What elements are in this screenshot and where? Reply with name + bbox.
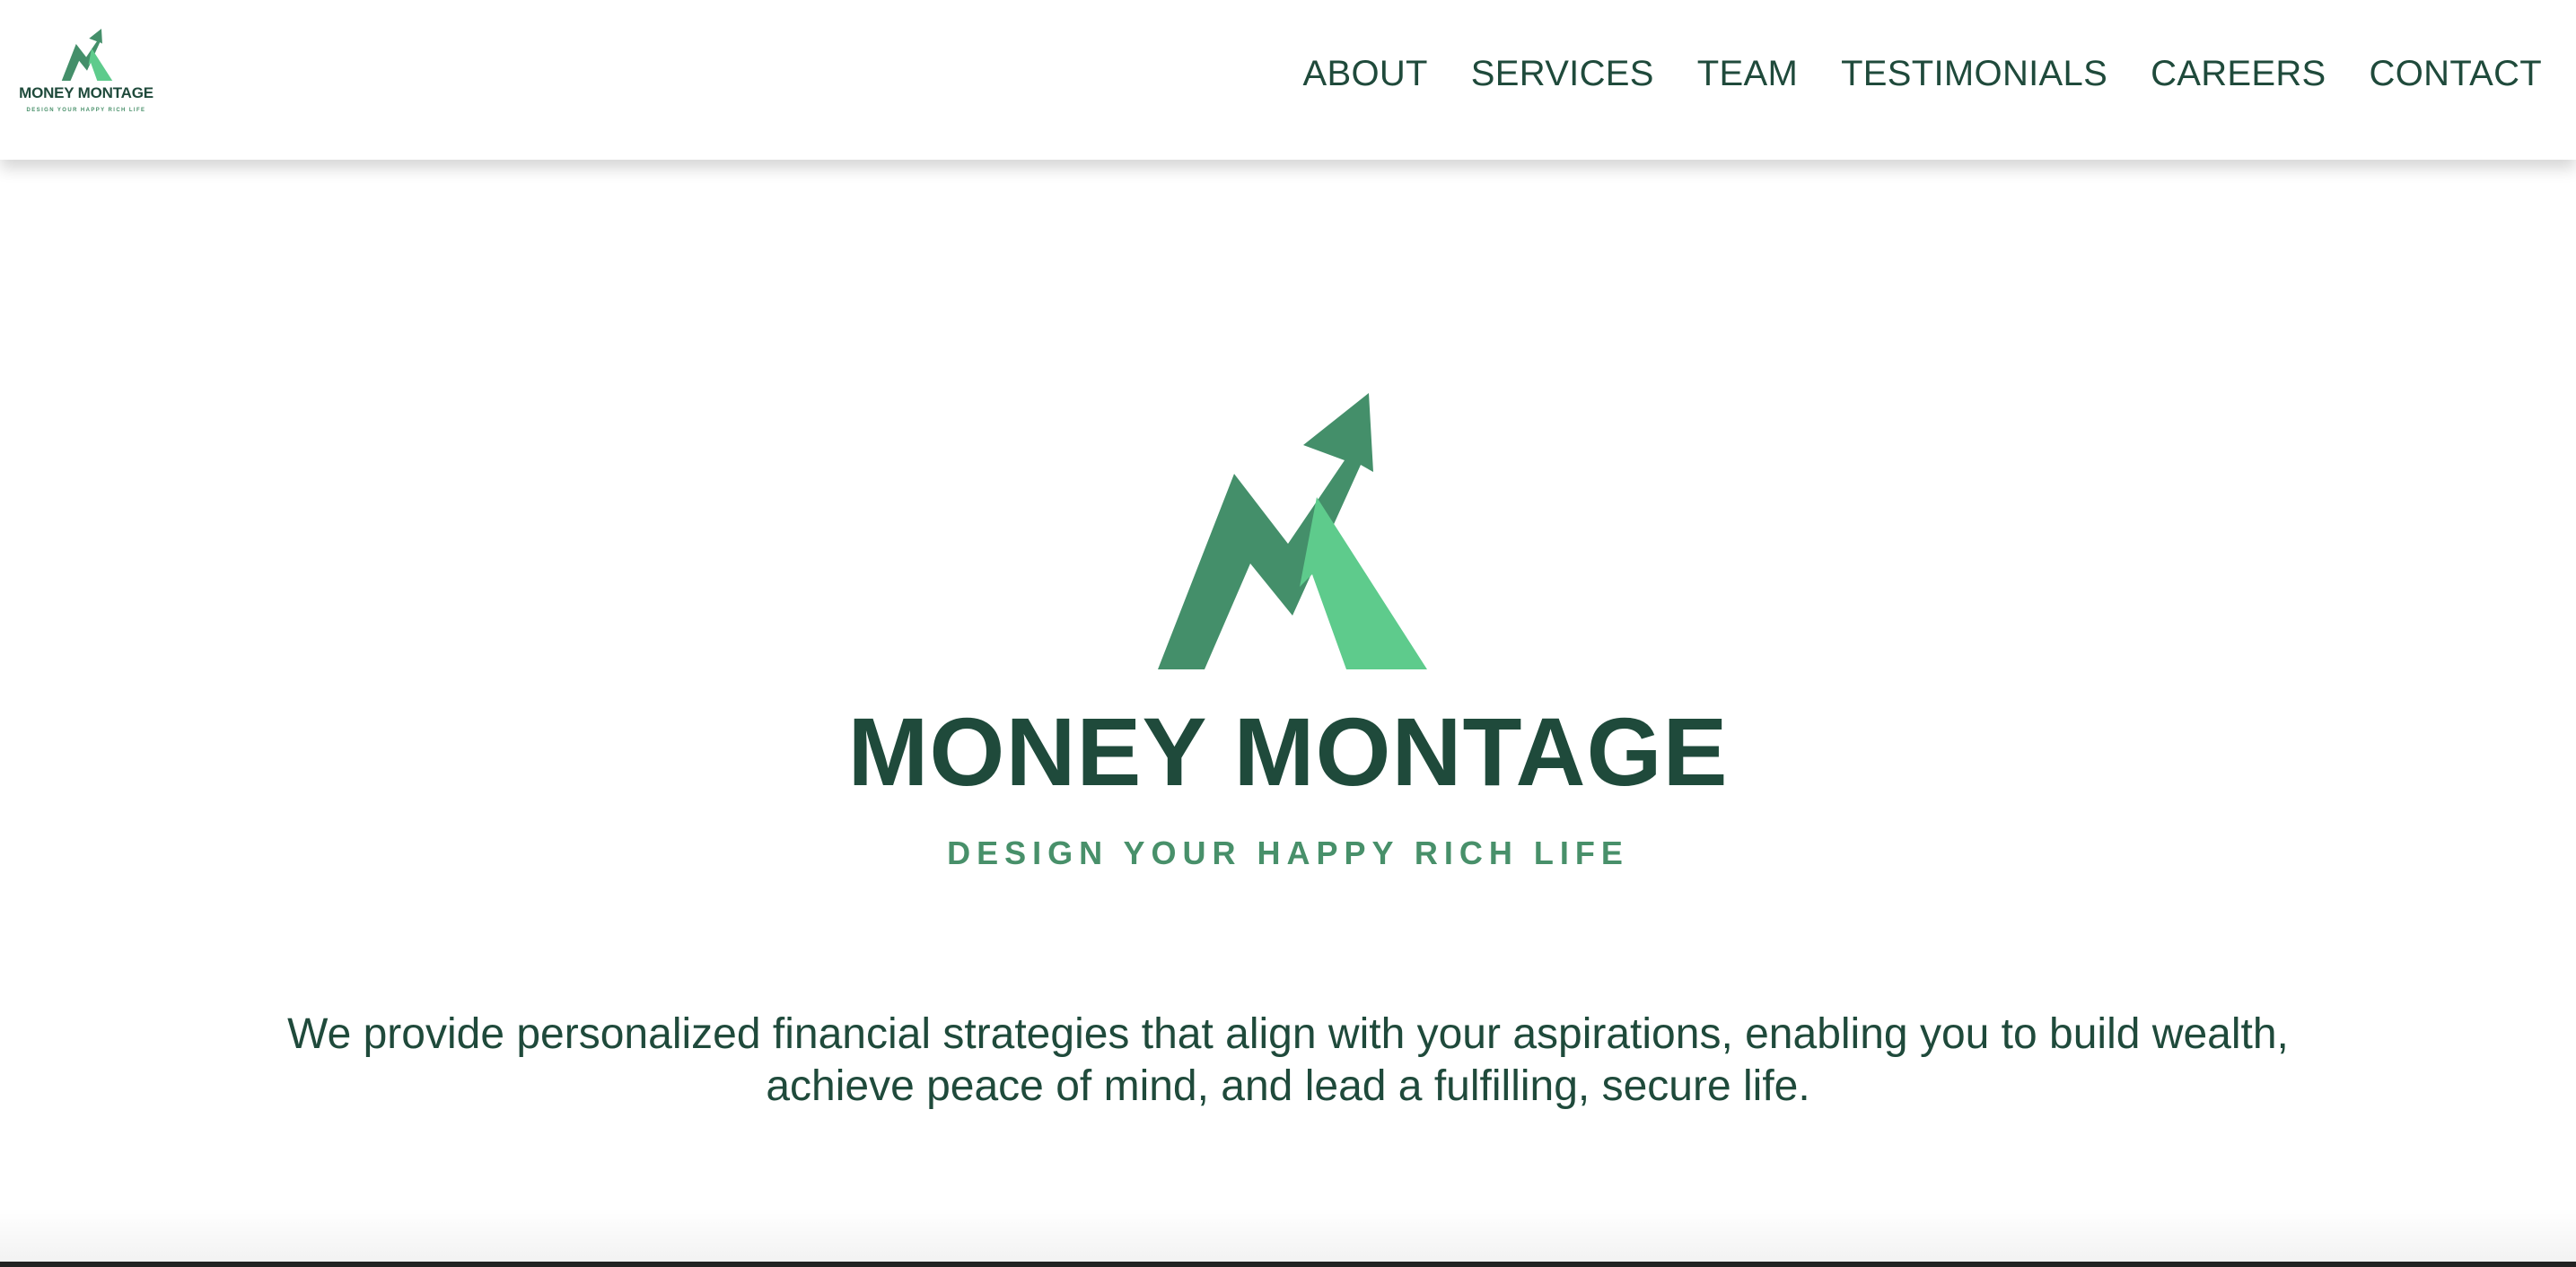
nav-about[interactable]: ABOUT: [1302, 54, 1427, 94]
hero-title: MONEY MONTAGE: [847, 697, 1729, 806]
nav-careers[interactable]: CAREERS: [2151, 54, 2326, 94]
nav-team[interactable]: TEAM: [1697, 54, 1798, 94]
nav-contact[interactable]: CONTACT: [2370, 54, 2542, 94]
site-header: MONEY MONTAGE DESIGN YOUR HAPPY RICH LIF…: [0, 0, 2576, 160]
header-logo-name: MONEY MONTAGE: [19, 84, 153, 101]
main-nav: ABOUT SERVICES TEAM TESTIMONIALS CAREERS…: [1302, 47, 2542, 100]
section-divider: [0, 1262, 2576, 1267]
nav-services[interactable]: SERVICES: [1471, 54, 1654, 94]
hero-logo: [1158, 393, 1427, 669]
hero-tagline: DESIGN YOUR HAPPY RICH LIFE: [947, 834, 1629, 871]
mountain-arrow-logo-icon: [1158, 393, 1427, 669]
header-logo-tagline: DESIGN YOUR HAPPY RICH LIFE: [26, 108, 146, 113]
section-bottom-shadow: [0, 1208, 2576, 1262]
hero-description: We provide personalized financial strate…: [287, 1010, 2289, 1110]
header-logo[interactable]: MONEY MONTAGE DESIGN YOUR HAPPY RICH LIF…: [11, 29, 162, 118]
nav-testimonials[interactable]: TESTIMONIALS: [1841, 54, 2107, 94]
mountain-arrow-logo-icon: [61, 29, 113, 81]
